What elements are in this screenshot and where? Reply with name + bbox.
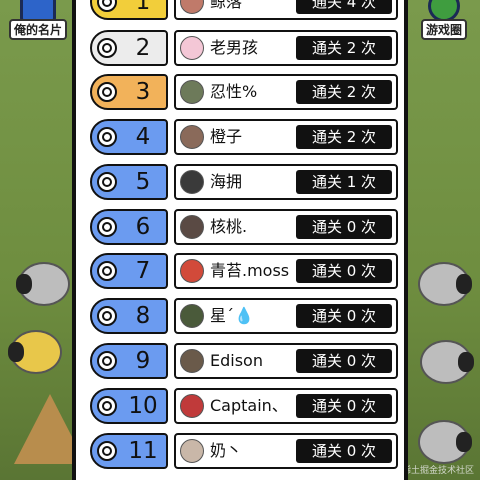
leaderboard-panel[interactable]: 1 鲸落 通关 4 次 2 老男孩 通关 2 次 3 忍性% 通关 2 次 4 橙子 通关 2 次5海… — [72, 0, 408, 480]
game-circle-label: 游戏圈 — [420, 19, 467, 40]
avatar — [180, 170, 204, 194]
rank-badge: 10 — [90, 388, 168, 424]
player-card[interactable]: 鲸落 通关 4 次 — [174, 0, 398, 20]
rank-badge: 7 — [90, 253, 168, 289]
sheep-icon — [418, 420, 472, 464]
leaderboard-row[interactable]: 7 青苔.moss 通关 0 次 — [90, 253, 398, 289]
clear-count: 通关 0 次 — [296, 304, 392, 328]
clear-count: 通关 4 次 — [296, 0, 392, 14]
rank-number: 11 — [128, 438, 158, 464]
player-name: 忍性% — [210, 82, 258, 101]
medal-icon — [97, 441, 117, 461]
medal-icon — [97, 306, 117, 326]
medal-icon — [97, 261, 117, 281]
clear-count: 通关 0 次 — [296, 259, 392, 283]
clear-count: 通关 2 次 — [296, 80, 392, 104]
leaderboard-row[interactable]: 9 Edison 通关 0 次 — [90, 343, 398, 379]
player-name: 青苔.moss — [210, 261, 290, 280]
rank-badge: 3 — [90, 74, 168, 110]
rank-badge: 9 — [90, 343, 168, 379]
clear-count: 通关 2 次 — [296, 36, 392, 60]
player-card[interactable]: 奶丶 通关 0 次 — [174, 433, 398, 469]
leaderboard-row[interactable]: 4 橙子 通关 2 次 — [90, 119, 398, 155]
player-card[interactable]: 星´💧 通关 0 次 — [174, 298, 398, 334]
rank-number: 5 — [135, 169, 151, 195]
my-card-label: 俺的名片 — [8, 19, 67, 40]
avatar — [180, 394, 204, 418]
avatar — [180, 36, 204, 60]
player-name: 海拥 — [210, 172, 243, 191]
rank-badge: 5 — [90, 164, 168, 200]
avatar — [180, 215, 204, 239]
player-card[interactable]: Captain、 通关 0 次 — [174, 388, 398, 424]
player-card[interactable]: 海拥 通关 1 次 — [174, 164, 398, 200]
rank-number: 1 — [135, 0, 151, 15]
rank-badge: 6 — [90, 209, 168, 245]
leaderboard-row[interactable]: 10 Captain、 通关 0 次 — [90, 388, 398, 424]
medal-icon — [97, 0, 117, 12]
leaderboard-row[interactable]: 1 鲸落 通关 4 次 — [90, 0, 398, 20]
my-card-button[interactable]: 俺的名片 — [6, 0, 70, 40]
sheep-icon — [418, 262, 472, 306]
leaderboard-row[interactable]: 6 核桃. 通关 0 次 — [90, 209, 398, 245]
medal-icon — [97, 82, 117, 102]
player-name: 核桃. — [210, 217, 248, 236]
rank-number: 6 — [135, 214, 151, 240]
avatar — [180, 304, 204, 328]
rank-badge: 2 — [90, 30, 168, 66]
player-name: Edison — [210, 351, 263, 370]
player-card[interactable]: 橙子 通关 2 次 — [174, 119, 398, 155]
game-circle-button[interactable]: 游戏圈 — [412, 0, 476, 40]
avatar — [180, 349, 204, 373]
player-card[interactable]: 忍性% 通关 2 次 — [174, 74, 398, 110]
player-card[interactable]: 核桃. 通关 0 次 — [174, 209, 398, 245]
avatar — [180, 259, 204, 283]
clear-count: 通关 0 次 — [296, 215, 392, 239]
medal-icon — [97, 38, 117, 58]
clear-count: 通关 0 次 — [296, 394, 392, 418]
clear-count: 通关 0 次 — [296, 439, 392, 463]
rank-badge: 11 — [90, 433, 168, 469]
leaderboard-row[interactable]: 8 星´💧 通关 0 次 — [90, 298, 398, 334]
rank-number: 9 — [135, 348, 151, 374]
rank-badge: 4 — [90, 119, 168, 155]
player-card[interactable]: 老男孩 通关 2 次 — [174, 30, 398, 66]
sheep-icon — [16, 262, 70, 306]
player-card[interactable]: 青苔.moss 通关 0 次 — [174, 253, 398, 289]
rank-number: 7 — [135, 258, 151, 284]
player-name: 橙子 — [210, 127, 243, 146]
medal-icon — [97, 172, 117, 192]
player-name: Captain、 — [210, 396, 288, 415]
clear-count: 通关 0 次 — [296, 349, 392, 373]
rank-number: 2 — [135, 35, 151, 61]
clear-count: 通关 1 次 — [296, 170, 392, 194]
rank-number: 8 — [135, 303, 151, 329]
player-name: 老男孩 — [210, 38, 259, 57]
rank-badge: 8 — [90, 298, 168, 334]
rank-number: 10 — [128, 393, 158, 419]
avatar — [180, 0, 204, 14]
rank-number: 4 — [135, 124, 151, 150]
clear-count: 通关 2 次 — [296, 125, 392, 149]
avatar — [180, 439, 204, 463]
leaderboard-row[interactable]: 2 老男孩 通关 2 次 — [90, 30, 398, 66]
rank-badge: 1 — [90, 0, 168, 20]
player-name: 鲸落 — [210, 0, 243, 11]
leaderboard-row[interactable]: 5 海拥 通关 1 次 — [90, 164, 398, 200]
leaderboard-row[interactable]: 11 奶丶 通关 0 次 — [90, 433, 398, 469]
medal-icon — [97, 217, 117, 237]
player-name: 星´💧 — [210, 306, 254, 325]
medal-icon — [97, 396, 117, 416]
player-name: 奶丶 — [210, 441, 243, 460]
medal-icon — [97, 351, 117, 371]
player-card[interactable]: Edison 通关 0 次 — [174, 343, 398, 379]
rank-number: 3 — [135, 79, 151, 105]
sheep-icon — [8, 330, 62, 374]
avatar — [180, 125, 204, 149]
avatar — [180, 80, 204, 104]
medal-icon — [97, 127, 117, 147]
sheep-icon — [420, 340, 474, 384]
leaderboard-row[interactable]: 3 忍性% 通关 2 次 — [90, 74, 398, 110]
